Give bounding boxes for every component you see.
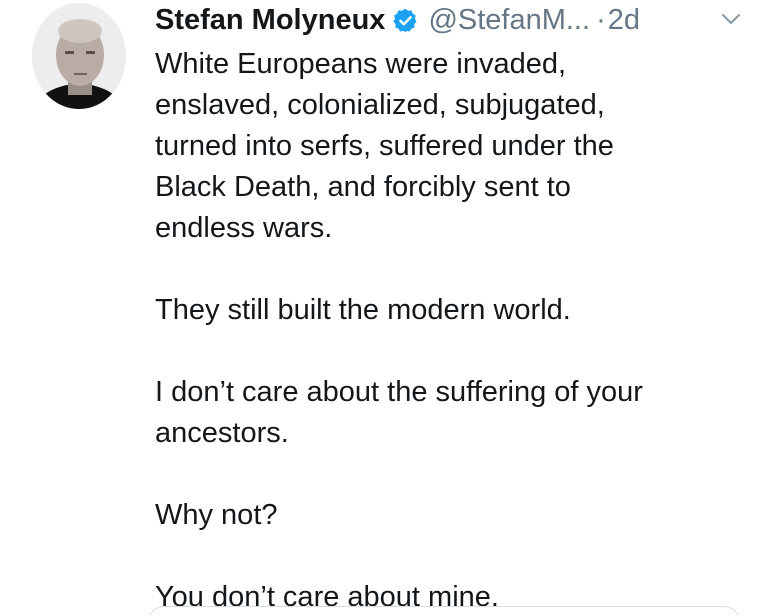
avatar-photo-icon (32, 3, 126, 109)
tweet-header: Stefan Molyneux @StefanM... · 2d (155, 0, 640, 40)
tweet-line: turned into serfs, suffered under the (155, 130, 614, 162)
tweet-line: White Europeans were invaded, (155, 48, 567, 80)
quoted-card-edge[interactable] (148, 606, 740, 615)
tweet-paragraph: Why not? (155, 495, 755, 536)
tweet-paragraph: They still built the modern world. (155, 290, 755, 331)
tweet-line: I don’t care about the suffering of your (155, 376, 643, 408)
author-handle[interactable]: @StefanM... (428, 4, 590, 37)
tweet-line: Black Death, and forcibly sent to (155, 171, 571, 203)
tweet-paragraph: I don’t care about the suffering of your… (155, 372, 755, 454)
separator-dot: · (596, 3, 606, 36)
tweet: Stefan Molyneux @StefanM... · 2d White E… (0, 0, 768, 615)
tweet-line: ancestors. (155, 417, 289, 449)
avatar[interactable] (32, 3, 126, 109)
tweet-line: enslaved, colonialized, subjugated, (155, 89, 605, 121)
tweet-paragraph: White Europeans were invaded, enslaved, … (155, 44, 755, 249)
tweet-line: endless wars. (155, 212, 333, 244)
tweet-line: They still built the modern world. (155, 294, 571, 326)
author-name[interactable]: Stefan Molyneux (155, 4, 385, 37)
verified-badge-icon (392, 7, 419, 34)
tweet-timestamp[interactable]: 2d (608, 4, 640, 37)
tweet-line: Why not? (155, 499, 278, 531)
tweet-text: White Europeans were invaded, enslaved, … (155, 44, 755, 615)
chevron-down-icon[interactable] (720, 10, 742, 28)
